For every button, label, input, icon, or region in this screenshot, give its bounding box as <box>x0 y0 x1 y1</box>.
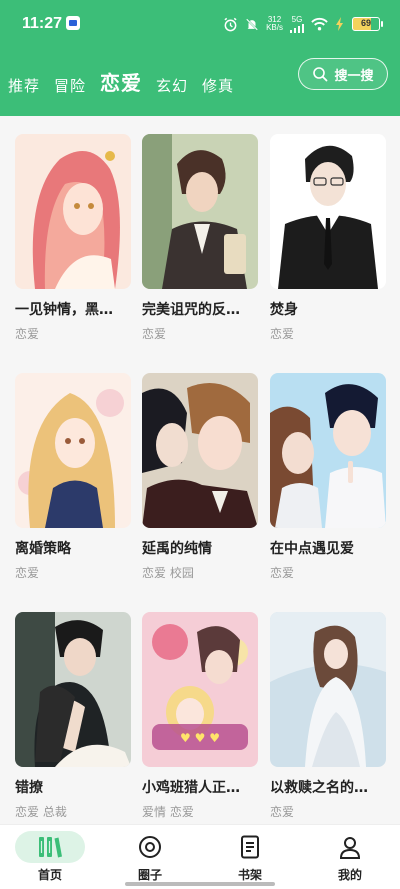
comic-tags: 恋爱 校园 <box>142 566 194 580</box>
comic-cover[interactable] <box>142 373 258 528</box>
nav-bookshelf-icon-wrap <box>215 831 285 863</box>
comic-card[interactable]: 在中点遇见爱 恋爱 <box>270 373 386 581</box>
nav-circle-icon-wrap <box>115 831 185 863</box>
battery-indicator: 69 <box>352 17 383 31</box>
comic-cover[interactable] <box>15 134 131 289</box>
tab-fantasy[interactable]: 玄幻 <box>156 75 188 96</box>
comic-card[interactable]: 离婚策略 恋爱 <box>15 373 131 581</box>
svg-text:♥ ♥ ♥: ♥ ♥ ♥ <box>180 731 220 745</box>
circle-target-icon <box>139 836 161 858</box>
comic-title: 以救赎之名的… <box>270 780 368 796</box>
comic-tags: 恋爱 <box>270 327 295 341</box>
comic-cover[interactable] <box>142 134 258 289</box>
signal-bars-icon <box>290 23 304 33</box>
nav-bookshelf[interactable]: 书架 <box>200 825 300 889</box>
document-icon <box>241 835 259 859</box>
signal-type: 5G <box>291 14 303 24</box>
tab-romance[interactable]: 恋爱 <box>100 67 142 96</box>
nav-home[interactable]: 首页 <box>0 825 100 889</box>
comic-card[interactable]: 延禹的纯情 恋爱 校园 <box>142 373 258 581</box>
status-bar: 11:27 312 KB/s 5G 69 <box>0 0 400 48</box>
comic-title: 延禹的纯情 <box>142 541 212 557</box>
comic-card[interactable]: 一见钟情，黑… 恋爱 <box>15 134 131 342</box>
comic-card[interactable]: 错撩 恋爱 总裁 <box>15 612 131 820</box>
comic-title: 错撩 <box>15 780 43 796</box>
tab-adventure[interactable]: 冒险 <box>54 75 86 96</box>
comic-title: 完美诅咒的反… <box>142 302 240 318</box>
app-notification-icon <box>66 16 80 30</box>
comic-tags: 恋爱 <box>270 566 295 580</box>
nav-home-label: 首页 <box>37 868 62 882</box>
nav-profile-icon-wrap <box>315 831 385 863</box>
bookshelf-columns-icon <box>39 837 62 858</box>
nav-profile-label: 我的 <box>337 868 362 882</box>
comic-cover[interactable] <box>15 373 131 528</box>
comic-tags: 恋爱 总裁 <box>15 805 67 819</box>
tab-recommend[interactable]: 推荐 <box>8 75 40 96</box>
comic-card[interactable]: 完美诅咒的反… 恋爱 <box>142 134 258 342</box>
comic-card[interactable]: 焚身 恋爱 <box>270 134 386 342</box>
nav-bookshelf-label: 书架 <box>237 868 262 882</box>
person-icon <box>339 837 361 859</box>
top-header: 11:27 312 KB/s 5G 69 推荐 冒险 恋爱 玄幻 修真 搜一搜 <box>0 0 400 116</box>
comic-grid: 一见钟情，黑… 恋爱 完美诅咒的反… 恋爱 焚身 恋爱 离婚策略 恋爱 延禹的纯… <box>0 116 400 824</box>
bottom-nav: 首页 圈子 书架 我的 <box>0 824 400 889</box>
search-label: 搜一搜 <box>334 68 374 84</box>
net-speed-unit: KB/s <box>266 23 283 32</box>
comic-title: 小鸡班猎人正… <box>142 780 240 796</box>
search-button[interactable]: 搜一搜 <box>298 58 388 90</box>
comic-card[interactable]: 以救赎之名的… 恋爱 <box>270 612 386 820</box>
comic-title: 离婚策略 <box>15 541 71 557</box>
nav-circle-label: 圈子 <box>137 868 162 882</box>
status-time: 11:27 <box>22 15 63 32</box>
comic-cover[interactable] <box>270 373 386 528</box>
nav-profile[interactable]: 我的 <box>300 825 400 889</box>
comic-title: 焚身 <box>270 302 298 318</box>
search-icon <box>313 67 328 82</box>
comic-tags: 恋爱 <box>270 805 295 819</box>
comic-title: 一见钟情，黑… <box>15 302 113 318</box>
comic-cover[interactable]: ♥ ♥ ♥ <box>142 612 258 767</box>
category-tabs: 推荐 冒险 恋爱 玄幻 修真 <box>8 64 234 96</box>
comic-card[interactable]: ♥ ♥ ♥ 小鸡班猎人正… 爱情 恋爱 <box>142 612 258 820</box>
comic-tags: 恋爱 <box>15 327 40 341</box>
nav-home-icon-wrap <box>15 831 85 863</box>
comic-tags: 恋爱 <box>15 566 40 580</box>
home-indicator[interactable] <box>125 882 275 886</box>
charging-icon <box>336 17 343 31</box>
comic-tags: 恋爱 <box>142 327 167 341</box>
net-speed: 312 KB/s <box>266 16 283 32</box>
cell-signal: 5G <box>290 14 304 33</box>
wifi-icon <box>311 17 328 31</box>
comic-cover[interactable] <box>15 612 131 767</box>
tab-cultivation[interactable]: 修真 <box>202 75 234 96</box>
comic-title: 在中点遇见爱 <box>270 541 354 557</box>
status-icons: 312 KB/s 5G 69 <box>223 14 383 34</box>
alarm-icon <box>224 17 237 31</box>
comic-cover[interactable] <box>270 134 386 289</box>
nav-circle[interactable]: 圈子 <box>100 825 200 889</box>
comic-tags: 爱情 恋爱 <box>142 805 194 819</box>
mute-bell-icon <box>246 18 259 30</box>
comic-cover[interactable] <box>270 612 386 767</box>
